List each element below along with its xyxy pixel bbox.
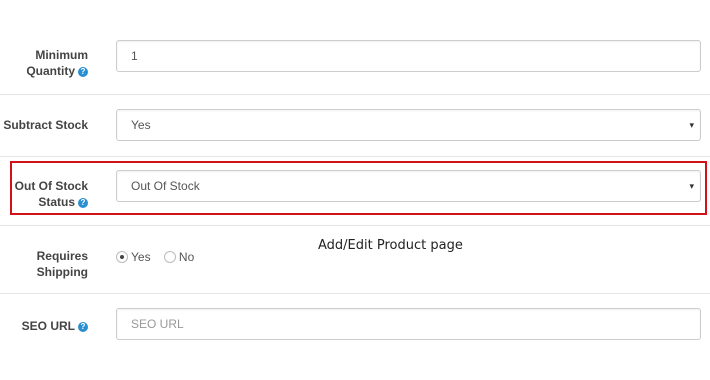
seo-url-label: SEO URL?: [22, 318, 88, 334]
caret-down-icon: ▾: [689, 120, 694, 130]
help-icon[interactable]: ?: [78, 197, 88, 208]
minimum-quantity-input[interactable]: 1: [116, 40, 701, 72]
radio-no[interactable]: [163, 250, 176, 263]
subtract-stock-select[interactable]: Yes ▾: [116, 109, 701, 141]
radio-yes[interactable]: [116, 250, 128, 263]
divider: [0, 293, 710, 294]
requires-shipping-radio-group: Yes No: [116, 249, 204, 264]
out-of-stock-status-label: Out Of Stock Status?: [14, 179, 88, 209]
requires-shipping-label: Requires Shipping: [36, 249, 88, 279]
caret-down-icon: ▾: [689, 181, 694, 191]
page-caption: Add/Edit Product page: [318, 238, 463, 253]
minimum-quantity-label: Minimum Quantity?: [26, 48, 88, 78]
radio-no-label[interactable]: No: [179, 250, 194, 264]
help-icon[interactable]: ?: [78, 66, 88, 77]
radio-yes-label[interactable]: Yes: [131, 250, 151, 264]
subtract-stock-label: Subtract Stock: [3, 118, 88, 132]
help-icon[interactable]: ?: [78, 321, 88, 332]
divider: [0, 94, 710, 95]
divider: [0, 156, 710, 157]
divider: [0, 225, 710, 226]
out-of-stock-status-select[interactable]: Out Of Stock ▾: [116, 170, 701, 202]
seo-url-input[interactable]: SEO URL: [116, 308, 701, 340]
